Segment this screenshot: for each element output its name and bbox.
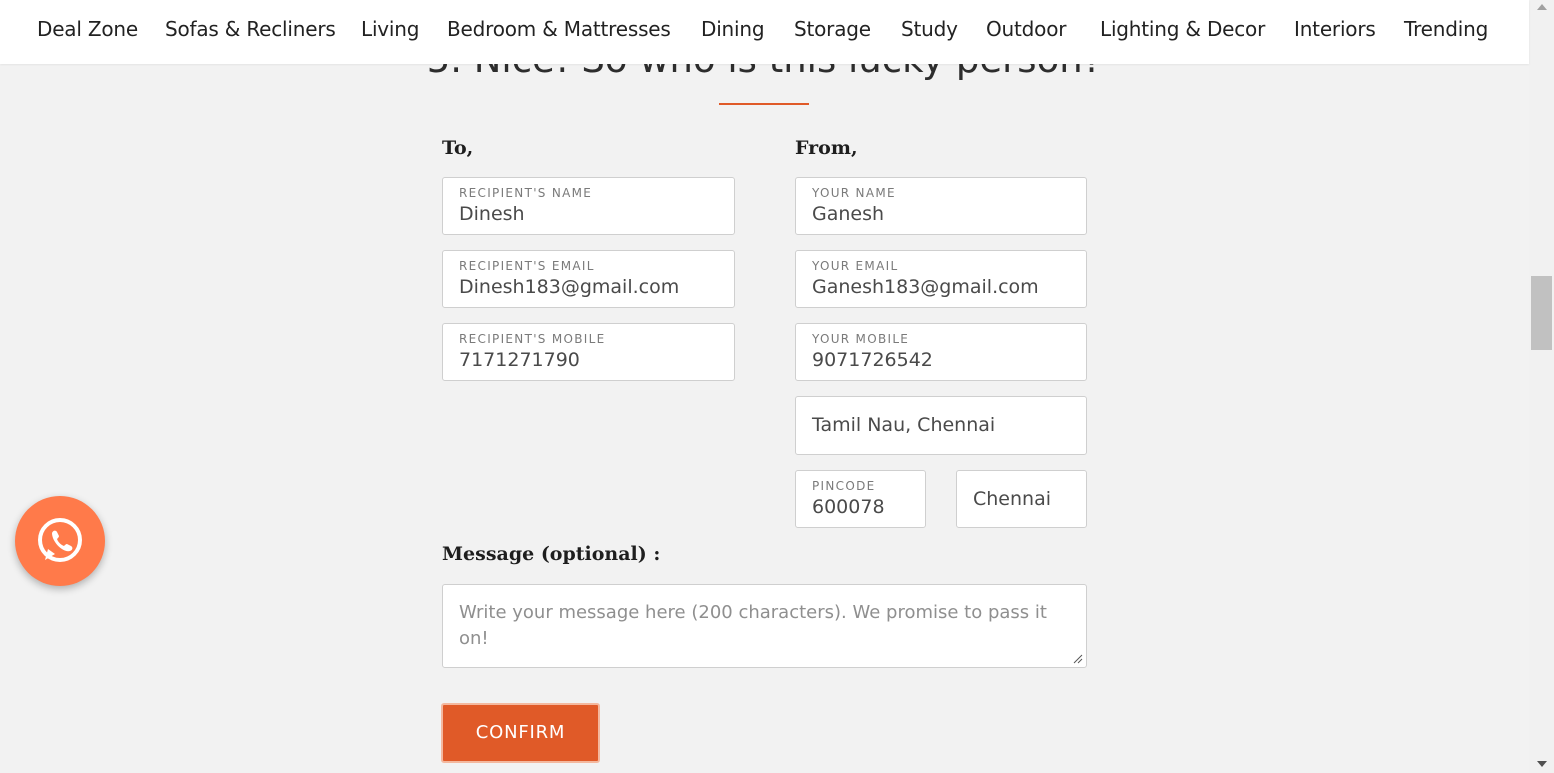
- nav-item-storage[interactable]: Storage: [794, 17, 871, 41]
- recipient-name-field[interactable]: RECIPIENT'S NAME Dinesh: [442, 177, 735, 235]
- scroll-up-arrow-icon[interactable]: [1537, 4, 1547, 10]
- nav-item-outdoor[interactable]: Outdoor: [986, 17, 1066, 41]
- scroll-down-arrow-icon[interactable]: [1537, 761, 1547, 767]
- nav-item-study[interactable]: Study: [901, 17, 958, 41]
- recipient-mobile-field[interactable]: RECIPIENT'S MOBILE 7171271790: [442, 323, 735, 381]
- your-name-label: YOUR NAME: [812, 186, 896, 200]
- address-value[interactable]: Tamil Nau, Chennai: [812, 414, 995, 436]
- city-field[interactable]: Chennai: [956, 470, 1087, 528]
- nav-item-bedroom-mattresses[interactable]: Bedroom & Mattresses: [447, 17, 671, 41]
- your-mobile-field[interactable]: YOUR MOBILE 9071726542: [795, 323, 1087, 381]
- your-name-field[interactable]: YOUR NAME Ganesh: [795, 177, 1087, 235]
- pincode-field[interactable]: PINCODE 600078: [795, 470, 926, 528]
- recipient-email-value[interactable]: Dinesh183@gmail.com: [459, 276, 679, 298]
- nav-item-interiors[interactable]: Interiors: [1294, 17, 1376, 41]
- your-email-value[interactable]: Ganesh183@gmail.com: [812, 276, 1039, 298]
- whatsapp-icon: [38, 518, 82, 562]
- recipient-email-field[interactable]: RECIPIENT'S EMAIL Dinesh183@gmail.com: [442, 250, 735, 308]
- recipient-mobile-label: RECIPIENT'S MOBILE: [459, 332, 606, 346]
- your-name-value[interactable]: Ganesh: [812, 203, 884, 225]
- nav-item-sofas-recliners[interactable]: Sofas & Recliners: [165, 17, 336, 41]
- your-mobile-label: YOUR MOBILE: [812, 332, 910, 346]
- confirm-button[interactable]: CONFIRM: [441, 703, 600, 763]
- your-email-field[interactable]: YOUR EMAIL Ganesh183@gmail.com: [795, 250, 1087, 308]
- pincode-value[interactable]: 600078: [812, 496, 885, 518]
- heading-underline: [719, 103, 809, 105]
- recipient-mobile-value[interactable]: 7171271790: [459, 349, 580, 371]
- recipient-name-label: RECIPIENT'S NAME: [459, 186, 593, 200]
- whatsapp-button[interactable]: [15, 496, 105, 586]
- scroll-thumb[interactable]: [1531, 276, 1552, 350]
- to-label: To,: [442, 137, 474, 159]
- message-textarea[interactable]: Write your message here (200 characters)…: [442, 584, 1087, 668]
- nav-item-living[interactable]: Living: [361, 17, 419, 41]
- your-mobile-value[interactable]: 9071726542: [812, 349, 933, 371]
- nav-item-deal-zone[interactable]: Deal Zone: [37, 17, 138, 41]
- page-scrollbar[interactable]: [1529, 0, 1554, 773]
- resize-handle-icon[interactable]: [1073, 654, 1083, 664]
- top-nav: Deal Zone Sofas & Recliners Living Bedro…: [0, 0, 1529, 64]
- city-value[interactable]: Chennai: [973, 488, 1051, 510]
- nav-item-dining[interactable]: Dining: [701, 17, 765, 41]
- nav-item-lighting-decor[interactable]: Lighting & Decor: [1100, 17, 1265, 41]
- nav-item-trending[interactable]: Trending: [1404, 17, 1488, 41]
- address-field[interactable]: Tamil Nau, Chennai: [795, 396, 1087, 455]
- recipient-email-label: RECIPIENT'S EMAIL: [459, 259, 595, 273]
- recipient-name-value[interactable]: Dinesh: [459, 203, 525, 225]
- pincode-label: PINCODE: [812, 479, 876, 493]
- message-label: Message (optional) :: [442, 543, 661, 565]
- message-placeholder: Write your message here (200 characters)…: [459, 602, 1047, 649]
- your-email-label: YOUR EMAIL: [812, 259, 899, 273]
- from-label: From,: [795, 137, 858, 159]
